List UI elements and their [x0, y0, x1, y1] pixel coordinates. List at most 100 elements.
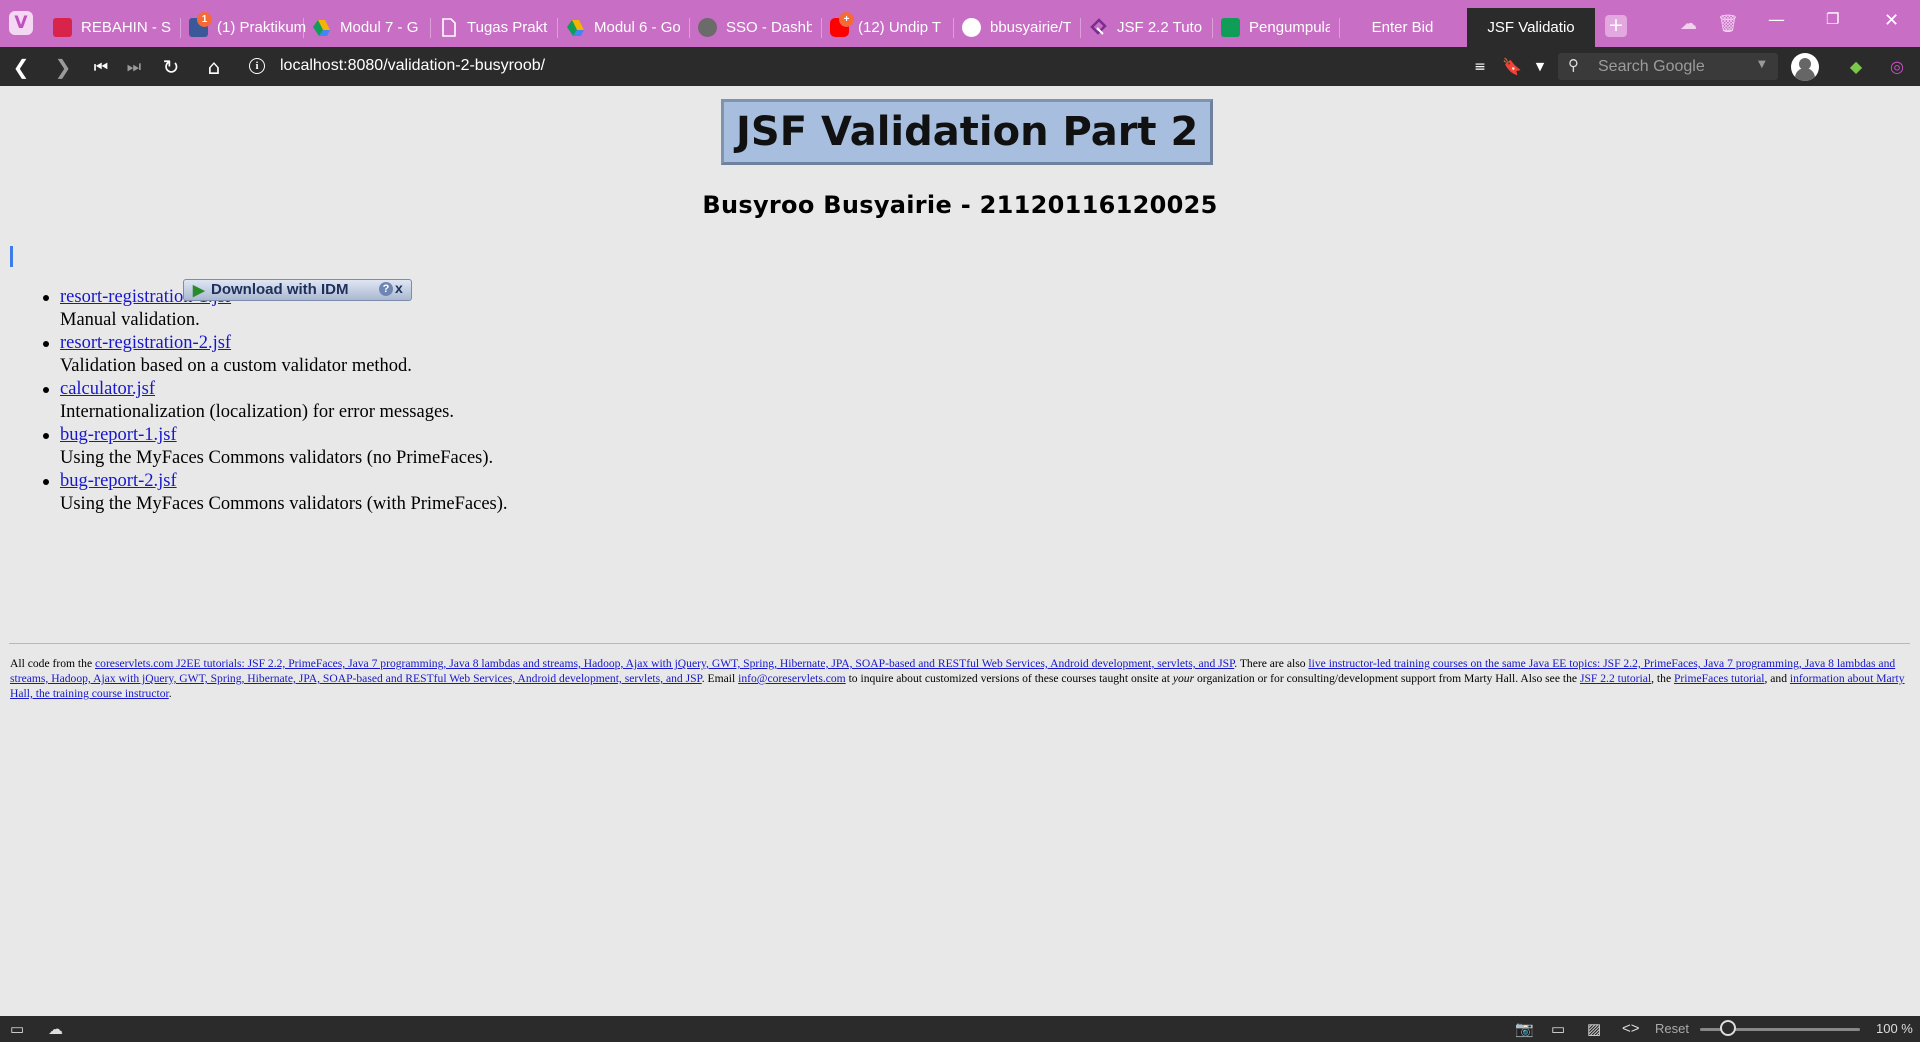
- vivaldi-menu-icon[interactable]: V: [9, 11, 33, 35]
- reload-icon[interactable]: ↻: [159, 55, 183, 79]
- tab-bar: V REBAHIN - S 1 (1) Praktikum Modul 7 - …: [0, 0, 1920, 47]
- sync-cloud-icon[interactable]: ☁: [48, 1020, 63, 1038]
- footer-text-emphasis: your: [1172, 672, 1195, 685]
- idm-help-button[interactable]: ?: [379, 282, 393, 296]
- footer-text-segment: to inquire about customized versions of …: [845, 672, 1173, 685]
- link-calculator[interactable]: calculator.jsf: [60, 379, 155, 399]
- camera-icon[interactable]: 📷: [1515, 1020, 1534, 1038]
- page-content: JSF Validation Part 2 Busyroo Busyairie …: [0, 86, 1920, 1016]
- list-item: resort-registration-2.jsf Validation base…: [43, 332, 508, 378]
- zoom-level: 100 %: [1876, 1021, 1913, 1036]
- chevron-down-icon[interactable]: ▼: [1528, 55, 1552, 79]
- tab-github[interactable]: bbusyairie/T: [954, 8, 1079, 47]
- footer-text-segment: .: [168, 687, 172, 700]
- link-description: Validation based on a custom validator m…: [60, 356, 412, 376]
- link-description: Internationalization (localization) for …: [60, 402, 454, 422]
- notification-badge: 1: [197, 12, 212, 27]
- profile-avatar[interactable]: [1791, 53, 1819, 81]
- tab-tugas-praktik[interactable]: Tugas Praktik: [431, 8, 556, 47]
- home-icon[interactable]: ⌂: [202, 55, 226, 79]
- trash-icon[interactable]: 🗑: [1717, 14, 1739, 34]
- footer-divider: [9, 643, 1910, 644]
- tab-label: JSF Validatio: [1487, 19, 1575, 36]
- search-input[interactable]: [1596, 56, 1760, 78]
- notification-badge: +: [839, 12, 854, 27]
- status-bar: ▭ ☁ 📷 ▭ ▨ <> Reset 100 %: [0, 1016, 1920, 1042]
- cloud-sync-icon[interactable]: ☁: [1680, 14, 1697, 34]
- tab-undip-youtube[interactable]: + (12) Undip T: [822, 8, 952, 47]
- link-resort-registration-2[interactable]: resort-registration-2.jsf: [60, 333, 231, 353]
- tab-label: Modul 7 - G: [340, 19, 419, 36]
- link-bug-report-1[interactable]: bug-report-1.jsf: [60, 425, 177, 445]
- close-window-icon[interactable]: ✕: [1884, 10, 1899, 31]
- tab-modul-6[interactable]: Modul 6 - Go: [558, 8, 688, 47]
- tab-label: Tugas Praktik: [467, 19, 548, 36]
- footer-text-segment: . Email: [701, 672, 739, 685]
- play-icon: ▶: [193, 282, 205, 299]
- link-description: Using the MyFaces Commons validators (wi…: [60, 494, 508, 514]
- tab-label: bbusyairie/T: [990, 19, 1071, 36]
- search-box[interactable]: ⚲ ▼: [1558, 53, 1778, 80]
- zoom-slider-handle[interactable]: [1720, 1020, 1736, 1036]
- url-field[interactable]: localhost:8080/validation-2-busyroob/: [280, 57, 545, 75]
- youtube-icon: +: [830, 12, 854, 37]
- footer-text-segment: , the: [1651, 672, 1674, 685]
- google-drive-icon: [566, 18, 585, 37]
- idm-download-button[interactable]: Download with IDM: [211, 281, 348, 298]
- back-icon[interactable]: ❮: [9, 55, 33, 79]
- restore-icon[interactable]: ❐: [1826, 10, 1839, 28]
- github-icon: [962, 18, 981, 37]
- tab-label: Modul 6 - Go: [594, 19, 680, 36]
- new-tab-button[interactable]: +: [1605, 15, 1627, 37]
- reader-view-icon[interactable]: ≡: [1468, 55, 1492, 79]
- tab-jsf-tutorial[interactable]: JSF 2.2 Tutor: [1081, 8, 1211, 47]
- tab-label: (1) Praktikum: [217, 19, 307, 36]
- jsf-icon: [1089, 18, 1108, 37]
- page-link-list: resort-registration-1.jsf Manual validati…: [43, 286, 508, 516]
- zoom-reset-button[interactable]: Reset: [1655, 1021, 1689, 1036]
- facebook-icon: 1: [189, 12, 212, 37]
- google-drive-icon: [312, 18, 331, 37]
- panel-toggle-icon[interactable]: ▭: [10, 1020, 24, 1038]
- list-item: calculator.jsf Internationalization (loca…: [43, 378, 508, 424]
- footer-text-segment: . There are also: [1234, 657, 1309, 670]
- tab-praktikum[interactable]: 1 (1) Praktikum: [181, 8, 316, 47]
- list-item: bug-report-1.jsf Using the MyFaces Common…: [43, 424, 508, 470]
- rebahin-icon: [53, 18, 72, 37]
- rewind-icon[interactable]: ⏮: [89, 55, 113, 79]
- instagram-icon[interactable]: ◎: [1885, 55, 1909, 79]
- idm-close-button[interactable]: x: [395, 280, 403, 296]
- footer-link-email[interactable]: info@coreservlets.com: [738, 672, 846, 685]
- tab-label: JSF 2.2 Tutor: [1117, 19, 1203, 36]
- search-engine-dropdown-icon[interactable]: ▼: [1758, 59, 1766, 70]
- footer-link-tutorials[interactable]: coreservlets.com J2EE tutorials: JSF 2.2…: [95, 657, 1234, 670]
- extension-icon[interactable]: ◆: [1844, 55, 1868, 79]
- tab-pengumpulan[interactable]: Pengumpula: [1213, 8, 1338, 47]
- link-description: Using the MyFaces Commons validators (no…: [60, 448, 494, 468]
- tile-window-icon[interactable]: ▭: [1551, 1020, 1565, 1038]
- tab-enter-bid[interactable]: Enter Bid: [1340, 8, 1465, 47]
- footer-text-segment: All code from the: [10, 657, 95, 670]
- tab-rebahin[interactable]: REBAHIN - S: [45, 8, 180, 47]
- forward-icon[interactable]: ❯: [51, 55, 75, 79]
- fast-forward-icon[interactable]: ⏭: [122, 55, 146, 79]
- footer-link-jsf-tutorial[interactable]: JSF 2.2 tutorial: [1580, 672, 1651, 685]
- link-bug-report-2[interactable]: bug-report-2.jsf: [60, 471, 177, 491]
- tab-jsf-validation[interactable]: JSF Validatio: [1467, 8, 1595, 47]
- tab-sso-dashboard[interactable]: SSO - Dashb: [690, 8, 820, 47]
- sheets-icon: [1221, 18, 1240, 37]
- tab-label: REBAHIN - S: [81, 19, 172, 36]
- footer-text-segment: organization or for consulting/developme…: [1194, 672, 1580, 685]
- image-icon[interactable]: ▨: [1587, 1020, 1601, 1038]
- minimize-icon[interactable]: —: [1768, 10, 1785, 30]
- address-bar: ❮ ❯ ⏮ ⏭ ↻ ⌂ i localhost:8080/validation-…: [0, 47, 1920, 86]
- tab-modul-7[interactable]: Modul 7 - G: [304, 8, 429, 47]
- footer-link-primefaces-tutorial[interactable]: PrimeFaces tutorial: [1674, 672, 1764, 685]
- search-icon: ⚲: [1568, 56, 1579, 74]
- site-info-icon[interactable]: i: [249, 58, 265, 74]
- tab-label: Pengumpula: [1249, 19, 1330, 36]
- link-description: Manual validation.: [60, 310, 200, 330]
- bookmark-icon[interactable]: 🔖: [1500, 55, 1524, 79]
- text-cursor: [10, 246, 13, 267]
- code-icon[interactable]: <>: [1622, 1020, 1640, 1037]
